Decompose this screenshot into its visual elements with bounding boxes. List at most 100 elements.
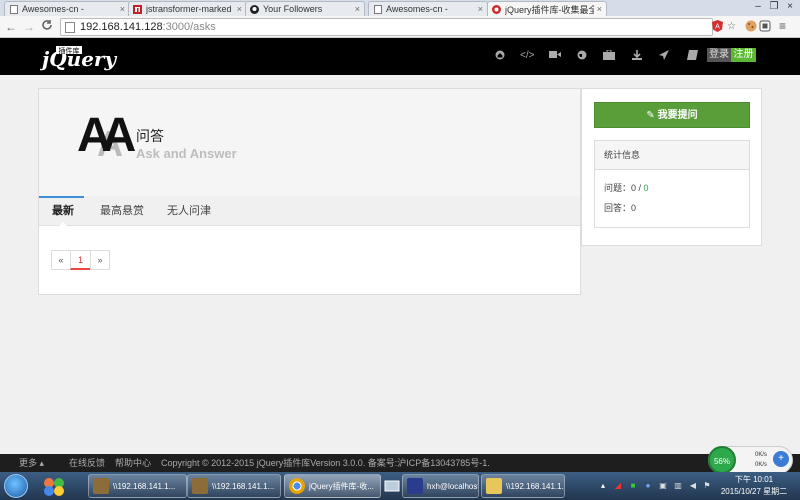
pagination: « 1 » [51, 250, 110, 270]
svg-text:A: A [715, 24, 720, 31]
download-speed: 0K/s [755, 462, 768, 468]
page-title: 问答 [136, 128, 164, 144]
restore-icon[interactable]: ❐ [767, 0, 781, 15]
site-logo[interactable]: jQuery 插件库 [38, 42, 120, 72]
pagination-page[interactable]: 1 [70, 250, 91, 270]
sublime-icon [93, 478, 109, 494]
logo-sub: 插件库 [59, 46, 80, 55]
network-icon[interactable]: ▥ [673, 481, 683, 491]
stats-title: 统计信息 [595, 141, 749, 170]
url-path: :3000/asks [162, 21, 216, 33]
footer-feedback[interactable]: 在线反馈 [69, 454, 105, 472]
site-footer: 更多 ▴ 在线反馈 帮助中心 Copyright © 2012-2015 jQu… [0, 454, 800, 472]
browser-tab-active[interactable]: jQuery插件库-收集最全最 × [487, 1, 607, 16]
minimize-icon[interactable]: – [751, 0, 765, 15]
window-close-icon[interactable]: × [783, 0, 797, 15]
browser-tab[interactable]: jstransformer-marked × [128, 1, 247, 16]
rocket-icon[interactable] [658, 50, 670, 62]
clock-date: 2015/10/27 星期二 [720, 487, 788, 496]
tray-icon[interactable]: ◢ [613, 481, 623, 491]
pagination-prev[interactable]: « [51, 250, 71, 270]
github-icon [250, 4, 259, 14]
tab-unanswered[interactable]: 无人问津 [167, 196, 211, 226]
jquery-icon [492, 4, 501, 14]
taskbar-item[interactable]: \\192.168.141.1... [187, 474, 281, 498]
cookie-icon[interactable] [744, 20, 757, 33]
hero-banner: A AA 问答 Ask and Answer [39, 89, 580, 196]
taskbar-item-label: \\192.168.141.1... [113, 481, 176, 491]
star-icon[interactable]: ☆ [725, 20, 738, 33]
url-host: 192.168.141.128 [80, 21, 163, 33]
stats-panel: 统计信息 问题： 0 / 0 回答：0 [594, 140, 750, 228]
video-icon[interactable] [549, 50, 561, 62]
menu-icon[interactable]: ≡ [776, 20, 789, 33]
folder-icon [486, 478, 502, 494]
login-button[interactable]: 登录 [707, 48, 731, 62]
stats-questions: 问题：0 / 0 [604, 181, 649, 194]
close-icon[interactable]: × [597, 4, 602, 14]
terminal-icon [407, 478, 423, 494]
page-icon [373, 4, 382, 14]
close-icon[interactable]: × [355, 4, 360, 14]
windows-start-icon[interactable] [4, 474, 28, 498]
download-icon[interactable] [631, 50, 643, 62]
taskbar: \\192.168.141.1... \\192.168.141.1... jQ… [0, 472, 800, 500]
browser-tab[interactable]: Awesomes-cn - × [368, 1, 488, 16]
sublime-icon [192, 478, 208, 494]
address-bar[interactable]: 192.168.141.128:3000/asks [60, 18, 713, 36]
browser-tab-label: jstransformer-marked [146, 4, 232, 14]
page-icon [65, 21, 75, 33]
plus-icon[interactable]: + [773, 451, 789, 467]
aa-logo: AA [77, 109, 136, 162]
stats-answers: 回答：0 [604, 201, 636, 214]
volume-icon[interactable]: ◀ [688, 481, 698, 491]
browser-toolbar: ← → 192.168.141.128:3000/asks A ☆ ≡ [0, 16, 800, 38]
close-icon[interactable]: × [237, 4, 242, 14]
tray-icon[interactable]: ▣ [658, 481, 668, 491]
tray-icon[interactable]: ● [643, 481, 653, 491]
browser-tab[interactable]: Awesomes-cn - × [4, 1, 130, 16]
close-icon[interactable]: × [478, 4, 483, 14]
briefcase-icon[interactable] [603, 49, 615, 62]
answers-label: 回答： [604, 203, 632, 213]
footer-more[interactable]: 更多 ▴ [19, 454, 44, 472]
extension-icon[interactable] [758, 20, 771, 33]
tab-top-bounty[interactable]: 最高悬赏 [100, 196, 144, 226]
home-icon[interactable] [494, 50, 506, 62]
tray-icon[interactable]: ▴ [598, 481, 608, 491]
questions-count-secondary: 0 [643, 183, 649, 193]
system-clock[interactable]: 下午 10:01 2015/10/27 星期二 [717, 474, 791, 498]
browser-tab-label: Awesomes-cn - [22, 4, 84, 14]
angular-icon[interactable]: A [711, 20, 724, 33]
taskbar-item-active[interactable]: jQuery插件库-收... [284, 474, 381, 498]
reload-icon[interactable] [40, 19, 54, 35]
browser-tab[interactable]: Your Followers × [245, 1, 365, 16]
footer-help[interactable]: 帮助中心 [115, 454, 151, 472]
taskbar-item[interactable]: \\192.168.141.1... [481, 474, 565, 498]
globe-icon[interactable] [576, 50, 588, 62]
forward-icon[interactable]: → [22, 19, 36, 35]
taskbar-item[interactable]: hxh@localhost: ... [402, 474, 479, 498]
ask-question-button[interactable]: ✎ 我要提问 [594, 102, 750, 128]
taskbar-item-label: \\192.168.141.1... [212, 481, 275, 491]
taskbar-item-label: \\192.168.141.1... [506, 481, 565, 491]
book-icon[interactable] [686, 50, 698, 62]
back-icon[interactable]: ← [4, 19, 18, 35]
register-button[interactable]: 注册 [731, 48, 756, 62]
code-icon[interactable]: </> [520, 50, 534, 62]
pagination-next[interactable]: » [90, 250, 110, 270]
upload-speed: 0K/s [755, 452, 768, 458]
tray-icon[interactable]: ■ [628, 481, 638, 491]
taskbar-item[interactable]: \\192.168.141.1... [88, 474, 187, 498]
active-tab-caret [58, 222, 68, 227]
active-tab-indicator [39, 196, 84, 198]
close-icon[interactable]: × [120, 4, 125, 14]
npm-icon [133, 4, 142, 14]
asks-sidebar: ✎ 我要提问 统计信息 问题： 0 / 0 回答：0 [581, 88, 762, 246]
page-icon [9, 4, 18, 14]
pinned-app-icon[interactable] [38, 475, 70, 497]
footer-copyright: Copyright © 2012-2015 jQuery插件库Version 3… [161, 458, 490, 468]
network-share-icon[interactable] [381, 475, 403, 497]
asks-panel: A AA 问答 Ask and Answer 最新 最高悬赏 无人问津 « 1 … [38, 88, 581, 295]
action-center-icon[interactable]: ⚑ [702, 481, 712, 491]
